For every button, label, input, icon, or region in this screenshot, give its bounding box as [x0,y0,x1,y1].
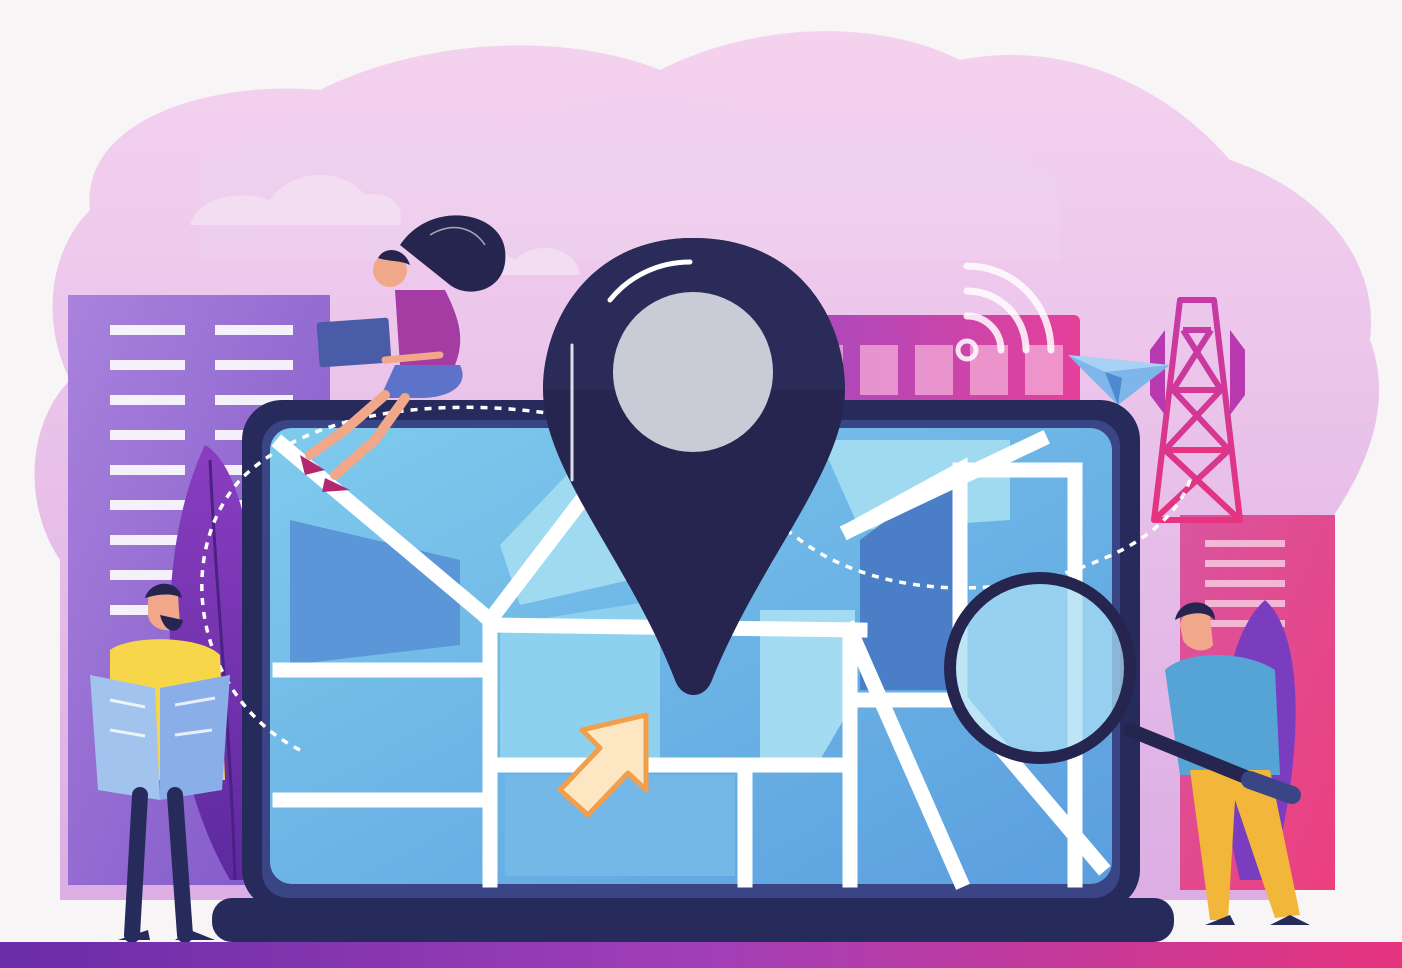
magnifier-icon [944,572,1136,764]
location-map-illustration [0,31,1402,968]
ground-stripe [0,942,1402,968]
